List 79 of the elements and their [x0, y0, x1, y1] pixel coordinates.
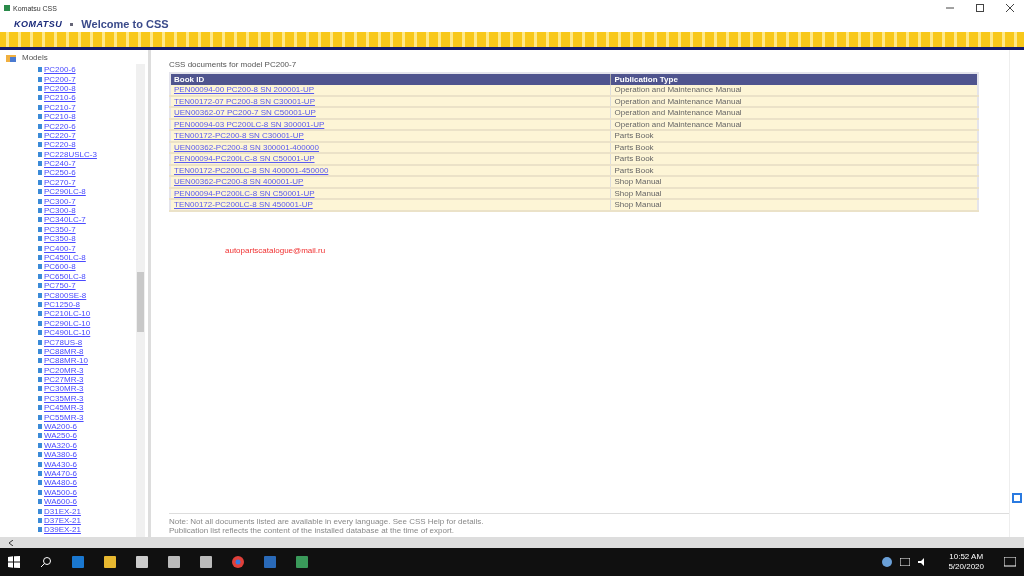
- tree-item[interactable]: WA250-6: [44, 431, 78, 441]
- tree-item[interactable]: PC750-7: [44, 281, 76, 291]
- tree-item[interactable]: PC650LC-8: [44, 271, 86, 281]
- tree-item[interactable]: PC290LC-8: [44, 187, 86, 197]
- scrollbar[interactable]: [136, 64, 145, 537]
- chrome-icon[interactable]: [232, 556, 244, 568]
- tree-item[interactable]: PC240-7: [44, 159, 76, 169]
- tree-item[interactable]: WA500-6: [44, 487, 78, 497]
- notification-icon[interactable]: [1004, 556, 1016, 568]
- tree-item[interactable]: WA380-6: [44, 450, 78, 460]
- clock-date: 5/20/2020: [948, 562, 984, 572]
- scroll-left-icon[interactable]: [8, 539, 14, 546]
- tree-item[interactable]: PC270-7: [44, 177, 76, 187]
- tree-item[interactable]: PC350-7: [44, 224, 76, 234]
- tree-item[interactable]: PC220-7: [44, 130, 76, 140]
- start-icon[interactable]: [8, 556, 20, 568]
- tree-item[interactable]: PC200-6: [44, 65, 76, 75]
- tree-item[interactable]: PC300-7: [44, 196, 76, 206]
- tree-item[interactable]: PC88MR-10: [44, 356, 88, 366]
- tree-item[interactable]: WA200-6: [44, 422, 78, 432]
- tree-item[interactable]: WA480-6: [44, 478, 78, 488]
- table-cell: Operation and Maintenance Manual: [610, 107, 978, 119]
- tree-item[interactable]: PC78US-8: [44, 337, 83, 347]
- close-icon[interactable]: [1006, 4, 1014, 12]
- table-cell: Shop Manual: [610, 176, 978, 188]
- tray-icon[interactable]: [882, 557, 893, 567]
- tree-item[interactable]: PC88MR-8: [44, 346, 84, 356]
- tree-item[interactable]: WA430-6: [44, 459, 78, 469]
- table-cell: Shop Manual: [610, 199, 978, 211]
- tree-item[interactable]: WA600-6: [44, 497, 78, 507]
- tree-item[interactable]: PC250-6: [44, 168, 76, 178]
- search-icon[interactable]: [40, 556, 52, 568]
- table-cell: Operation and Maintenance Manual: [610, 85, 978, 96]
- tree-item[interactable]: PC210-6: [44, 93, 76, 103]
- tree-item[interactable]: PC1250-8: [44, 299, 81, 309]
- tree-item[interactable]: PC35MR-3: [44, 393, 84, 403]
- tree-item[interactable]: PC800SE-8: [44, 290, 87, 300]
- tree-item[interactable]: D31EX-21: [44, 506, 81, 516]
- tree-item[interactable]: PC45MR-3: [44, 403, 84, 413]
- footer-note: Note: Not all documents listed are available in every language. See CSS Help for details.: [169, 517, 485, 526]
- column-header: Publication Type: [610, 73, 978, 85]
- clock-time: 10:52 AM: [949, 552, 984, 562]
- tree-item[interactable]: PC490LC-10: [44, 328, 91, 338]
- tree-item[interactable]: PC220-8: [44, 140, 76, 150]
- tree-item[interactable]: PC55MR-3: [44, 412, 84, 422]
- tree-item[interactable]: PC210-8: [44, 112, 76, 122]
- tree-item[interactable]: PC350-8: [44, 234, 76, 244]
- tree-item[interactable]: PC20MR-3: [44, 365, 84, 375]
- section-heading: CSS documents for model PC200-7: [169, 60, 298, 69]
- tree-item[interactable]: PC220-6: [44, 121, 76, 131]
- tree-item[interactable]: PC210-7: [44, 102, 76, 112]
- brand-logo: KOMATSU: [14, 19, 63, 29]
- tree-item[interactable]: PC290LC-10: [44, 318, 91, 328]
- tree-item[interactable]: PC340LC-7: [44, 215, 86, 225]
- tree-item[interactable]: PC200-8: [44, 83, 76, 93]
- scroll-icon[interactable]: [1012, 493, 1022, 503]
- column-header: Book ID: [170, 73, 611, 85]
- tree-item[interactable]: PC200-7: [44, 74, 76, 84]
- tree-item[interactable]: PC300-8: [44, 206, 76, 216]
- tree-item[interactable]: PC400-7: [44, 243, 76, 253]
- folder-icon: [6, 52, 16, 62]
- tree-item[interactable]: WA320-6: [44, 440, 78, 450]
- table-cell: Parts Book: [610, 153, 978, 165]
- minimize-icon[interactable]: [946, 4, 954, 12]
- tree-item[interactable]: PC27MR-3: [44, 375, 84, 385]
- maximize-icon[interactable]: [976, 4, 984, 12]
- tree-item[interactable]: WA470-6: [44, 469, 78, 478]
- page-title: Welcome to CSS: [81, 18, 169, 30]
- tree-item[interactable]: PC450LC-8: [44, 253, 86, 262]
- tree-item[interactable]: PC228USLC-3: [44, 149, 97, 159]
- tree-item[interactable]: PC30MR-3: [44, 384, 84, 394]
- tree-item[interactable]: PC600-8: [44, 262, 76, 272]
- tree-item[interactable]: D39EX-21: [44, 525, 81, 535]
- footer-note: Publication list reflects the content of the installed database at the time of export.: [169, 526, 456, 535]
- contact-text: autopartscatalogue@mail.ru: [225, 245, 327, 255]
- tree-item[interactable]: D37EX-21: [44, 515, 81, 525]
- table-cell: Parts Book: [610, 130, 978, 142]
- tree-item[interactable]: PC210LC-10: [44, 309, 91, 319]
- tree-root[interactable]: Models: [22, 52, 48, 62]
